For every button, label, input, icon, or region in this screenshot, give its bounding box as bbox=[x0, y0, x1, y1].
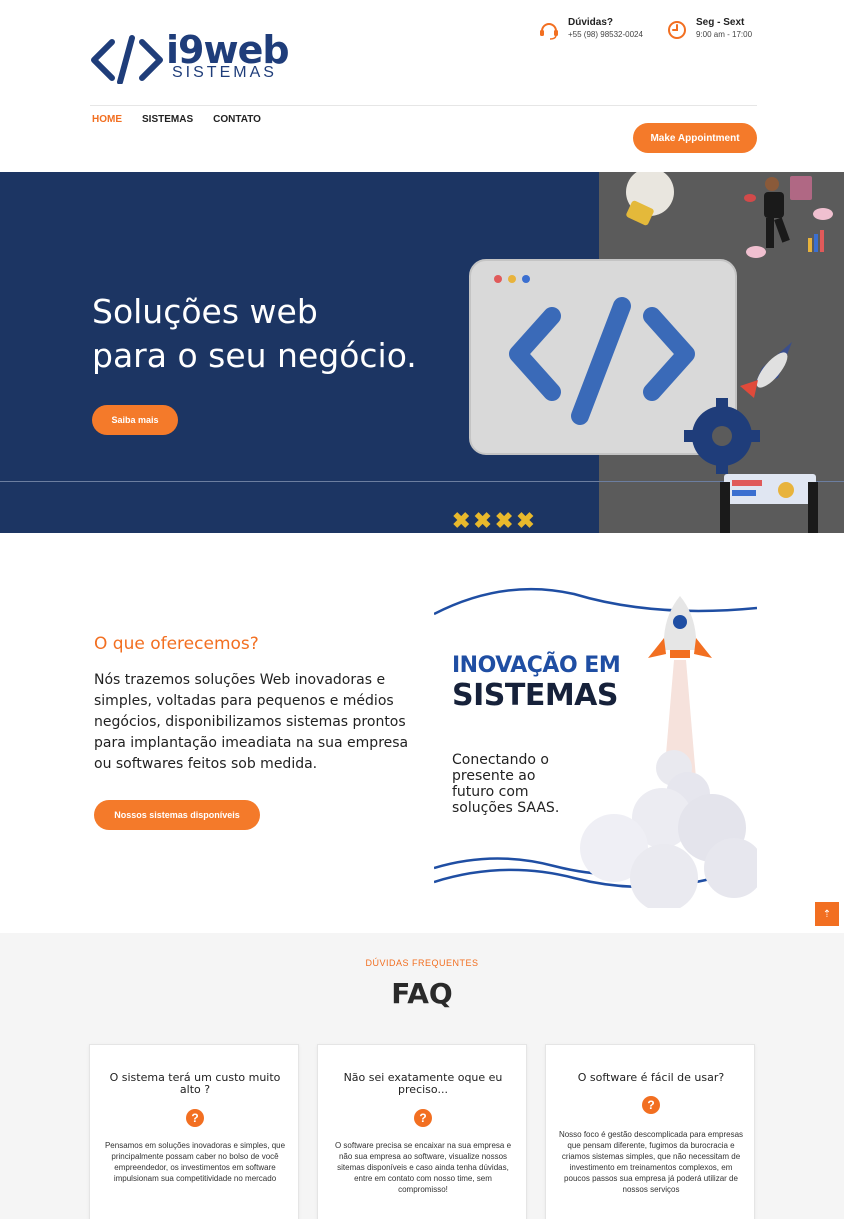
site-header: i9web SISTEMAS Dúvidas? +55 (98) 98532-0… bbox=[0, 0, 844, 172]
hero-illustration bbox=[469, 172, 833, 533]
faq-answer: Nosso foco é gestão descomplicada para e… bbox=[558, 1130, 744, 1194]
businessman-figure bbox=[764, 176, 812, 248]
contact-hours-detail: 9:00 am - 17:00 bbox=[696, 30, 753, 39]
contact-phone: Dúvidas? +55 (98) 98532-0024 bbox=[538, 17, 643, 41]
main-nav: HOME SISTEMAS CONTATO bbox=[92, 114, 261, 125]
lightbulb-icon bbox=[626, 172, 674, 226]
scroll-to-top-button[interactable]: ⇡ bbox=[815, 902, 839, 926]
faq-kicker: DÚVIDAS FREQUENTES bbox=[365, 958, 479, 968]
contact-hours: Seg - Sext 9:00 am - 17:00 bbox=[666, 17, 752, 41]
promo-headline-1: INOVAÇÃO EM bbox=[452, 653, 621, 678]
question-mark-icon: ? bbox=[414, 1109, 432, 1127]
available-systems-button[interactable]: Nossos sistemas disponíveis bbox=[94, 800, 260, 830]
decorative-x-marks: ✖✖✖✖ bbox=[452, 508, 538, 533]
rocket-icon bbox=[648, 596, 712, 658]
faq-card: O sistema terá um custo muito alto ? ? P… bbox=[89, 1044, 299, 1219]
question-mark-icon: ? bbox=[642, 1096, 660, 1114]
clock-icon bbox=[668, 21, 686, 39]
contact-phone-number[interactable]: +55 (98) 98532-0024 bbox=[568, 30, 643, 39]
contact-phone-title: Dúvidas? bbox=[568, 17, 614, 28]
nav-home[interactable]: HOME bbox=[92, 114, 122, 125]
offer-description: Nós trazemos soluções Web inovadoras e s… bbox=[94, 672, 409, 772]
headset-icon bbox=[540, 23, 558, 40]
faq-section: DÚVIDAS FREQUENTES FAQ O sistema terá um… bbox=[0, 933, 844, 1219]
hero-heading-line2: para o seu negócio. bbox=[92, 336, 417, 375]
question-mark-icon: ? bbox=[186, 1109, 204, 1127]
faq-card: Não sei exatamente oque eu preciso... ? … bbox=[317, 1044, 527, 1219]
promo-tagline: Conectando o presente ao futuro com solu… bbox=[452, 752, 560, 816]
saiba-mais-button[interactable]: Saiba mais bbox=[92, 405, 178, 435]
nav-contato[interactable]: CONTATO bbox=[213, 114, 261, 125]
presentation-board-figure bbox=[720, 474, 818, 533]
promo-banner: INOVAÇÃO EM SISTEMAS Conectando o presen… bbox=[434, 578, 757, 908]
hero-banner: Soluções web para o seu negócio. Saiba m… bbox=[0, 172, 844, 533]
faq-answer: O software precisa se encaixar na sua em… bbox=[334, 1141, 512, 1194]
header-divider bbox=[90, 105, 757, 106]
offer-title: O que oferecemos? bbox=[94, 634, 259, 654]
promo-waves-illustration bbox=[434, 587, 757, 908]
nav-sistemas[interactable]: SISTEMAS bbox=[142, 114, 193, 125]
faq-question: O software é fácil de usar? bbox=[577, 1071, 725, 1084]
faq-question: Não sei exatamente oque eu preciso... bbox=[343, 1071, 503, 1096]
contact-hours-title: Seg - Sext bbox=[696, 17, 745, 28]
hero-heading-line1: Soluções web bbox=[92, 292, 318, 331]
make-appointment-button[interactable]: Make Appointment bbox=[633, 123, 757, 153]
rocket-icon bbox=[740, 342, 792, 398]
brand-subtitle: SISTEMAS bbox=[172, 64, 277, 81]
faq-title: FAQ bbox=[391, 977, 453, 1010]
faq-question: O sistema terá um custo muito alto ? bbox=[109, 1071, 281, 1096]
faq-card: O software é fácil de usar? ? Nosso foco… bbox=[545, 1044, 755, 1219]
logo[interactable]: i9web SISTEMAS bbox=[90, 28, 290, 88]
faq-answer: Pensamos em soluções inovadoras e simple… bbox=[104, 1141, 286, 1183]
hero-heading: Soluções web para o seu negócio. bbox=[92, 290, 417, 378]
code-brackets-icon bbox=[91, 35, 163, 84]
promo-headline-2: SISTEMAS bbox=[452, 678, 619, 713]
